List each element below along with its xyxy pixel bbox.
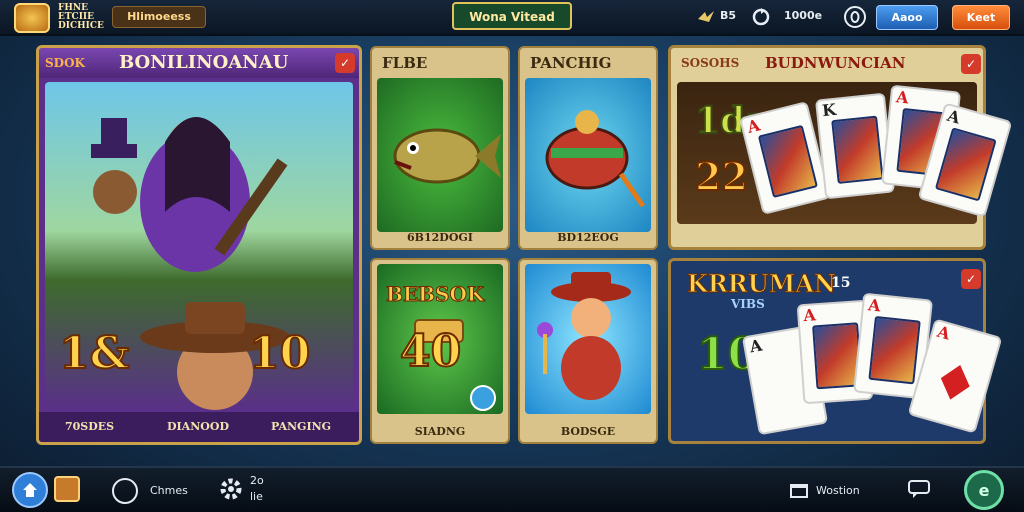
game-tile-panching[interactable]: PANCHIG BD12EOG bbox=[518, 46, 658, 250]
tile-title: PANCHIG bbox=[530, 54, 612, 72]
card-rank: A bbox=[895, 87, 910, 108]
panel-title: BUDNWUNCIAN bbox=[765, 54, 906, 72]
orange-action-button[interactable]: Keet bbox=[952, 5, 1010, 30]
diamond-suit-icon bbox=[940, 365, 970, 400]
game-tile-adventurer[interactable]: BODSGE bbox=[518, 258, 658, 444]
card-face bbox=[934, 127, 997, 202]
featured-caption[interactable]: 70SDES bbox=[65, 420, 114, 433]
panel-label: SOSOHS bbox=[681, 56, 740, 70]
favorite-icon[interactable]: ✓ bbox=[335, 53, 355, 73]
favorite-icon[interactable]: ✓ bbox=[961, 54, 981, 74]
card-rank: A bbox=[748, 335, 764, 357]
featured-caption[interactable]: PANGING bbox=[271, 420, 331, 433]
coin-icon bbox=[844, 6, 866, 28]
card-face bbox=[831, 115, 884, 184]
featured-title: BONILINOANAU bbox=[119, 52, 289, 73]
gear-icon[interactable] bbox=[218, 476, 244, 502]
featured-label: SDOK bbox=[45, 56, 85, 70]
game-tile-bebsok[interactable]: BEBSOK 40 SIADNG bbox=[370, 258, 510, 444]
tile-caption: BD12EOG bbox=[557, 231, 619, 244]
top-bar: FHNE ETCIIE DICHICE Hlimoeess Wona Vitea… bbox=[0, 0, 1024, 36]
panel-badge: 15 bbox=[831, 275, 851, 291]
card-face bbox=[757, 124, 818, 199]
stat-b: 1000e bbox=[784, 9, 823, 22]
panel-line-2: 22 bbox=[694, 153, 749, 200]
card-rank: K bbox=[821, 99, 837, 121]
card-rank: A bbox=[867, 295, 882, 316]
game-tile-fish[interactable]: FLBE 6B12DOGI bbox=[370, 46, 510, 250]
card-rank: A bbox=[935, 321, 953, 344]
adventurer-illustration bbox=[537, 272, 631, 400]
card-face bbox=[868, 315, 921, 385]
featured-right-number: 10 bbox=[248, 327, 311, 380]
tile-artwork bbox=[525, 78, 651, 232]
panel-title: KRRUMAN bbox=[687, 269, 837, 299]
game-lobby-screen: FHNE ETCIIE DICHICE Hlimoeess Wona Vitea… bbox=[0, 0, 1024, 512]
bird-icon bbox=[696, 8, 716, 26]
chat-icon[interactable] bbox=[906, 478, 932, 500]
card-rank: A bbox=[745, 115, 762, 137]
blue-action-button[interactable]: Aaoo bbox=[876, 5, 938, 30]
tile-caption: SIADNG bbox=[414, 425, 466, 438]
profile-icon[interactable] bbox=[112, 478, 138, 504]
capsule-illustration bbox=[545, 110, 646, 208]
nav-label[interactable]: lie bbox=[250, 490, 263, 503]
tile-artwork bbox=[377, 78, 503, 232]
tile-caption: BODSGE bbox=[560, 425, 616, 438]
card-rank: A bbox=[945, 105, 963, 128]
treasure-chest-icon[interactable] bbox=[54, 476, 80, 502]
panel-subtitle: VIBS bbox=[731, 297, 765, 311]
tile-artwork bbox=[525, 264, 651, 414]
refresh-icon[interactable] bbox=[750, 6, 772, 28]
nav-label[interactable]: 2o bbox=[250, 474, 264, 487]
tile-number: 40 bbox=[399, 325, 462, 378]
menu-icon[interactable]: e bbox=[964, 470, 1004, 510]
nav-label[interactable]: Chmes bbox=[150, 484, 188, 497]
game-logo-text: FHNE ETCIIE DICHICE bbox=[58, 4, 104, 31]
stat-a: B5 bbox=[720, 9, 737, 22]
logo-line: DICHICE bbox=[58, 21, 104, 31]
game-logo-icon[interactable] bbox=[14, 3, 50, 33]
center-banner[interactable]: Wona Vitead bbox=[452, 2, 572, 30]
tile-title: BEBSOK bbox=[385, 282, 485, 307]
featured-game-panel[interactable]: SDOK BONILINOANAU ✓ 1& 10 70SDES DIANOOD… bbox=[36, 45, 362, 445]
tile-title: FLBE bbox=[382, 54, 428, 72]
gift-icon[interactable] bbox=[788, 478, 810, 500]
card-rank: A bbox=[802, 305, 817, 326]
tab-button[interactable]: Hlimoeess bbox=[112, 6, 206, 28]
bottom-bar: Chmes 2o lie Wostion e bbox=[0, 466, 1024, 512]
favorite-icon[interactable]: ✓ bbox=[961, 269, 981, 289]
featured-left-number: 1& bbox=[58, 327, 130, 380]
tile-caption: 6B12DOGI bbox=[407, 231, 473, 244]
fish-illustration bbox=[393, 128, 501, 184]
nav-label[interactable]: Wostion bbox=[816, 484, 860, 497]
home-icon[interactable] bbox=[12, 472, 48, 508]
featured-caption[interactable]: DIANOOD bbox=[167, 420, 229, 433]
